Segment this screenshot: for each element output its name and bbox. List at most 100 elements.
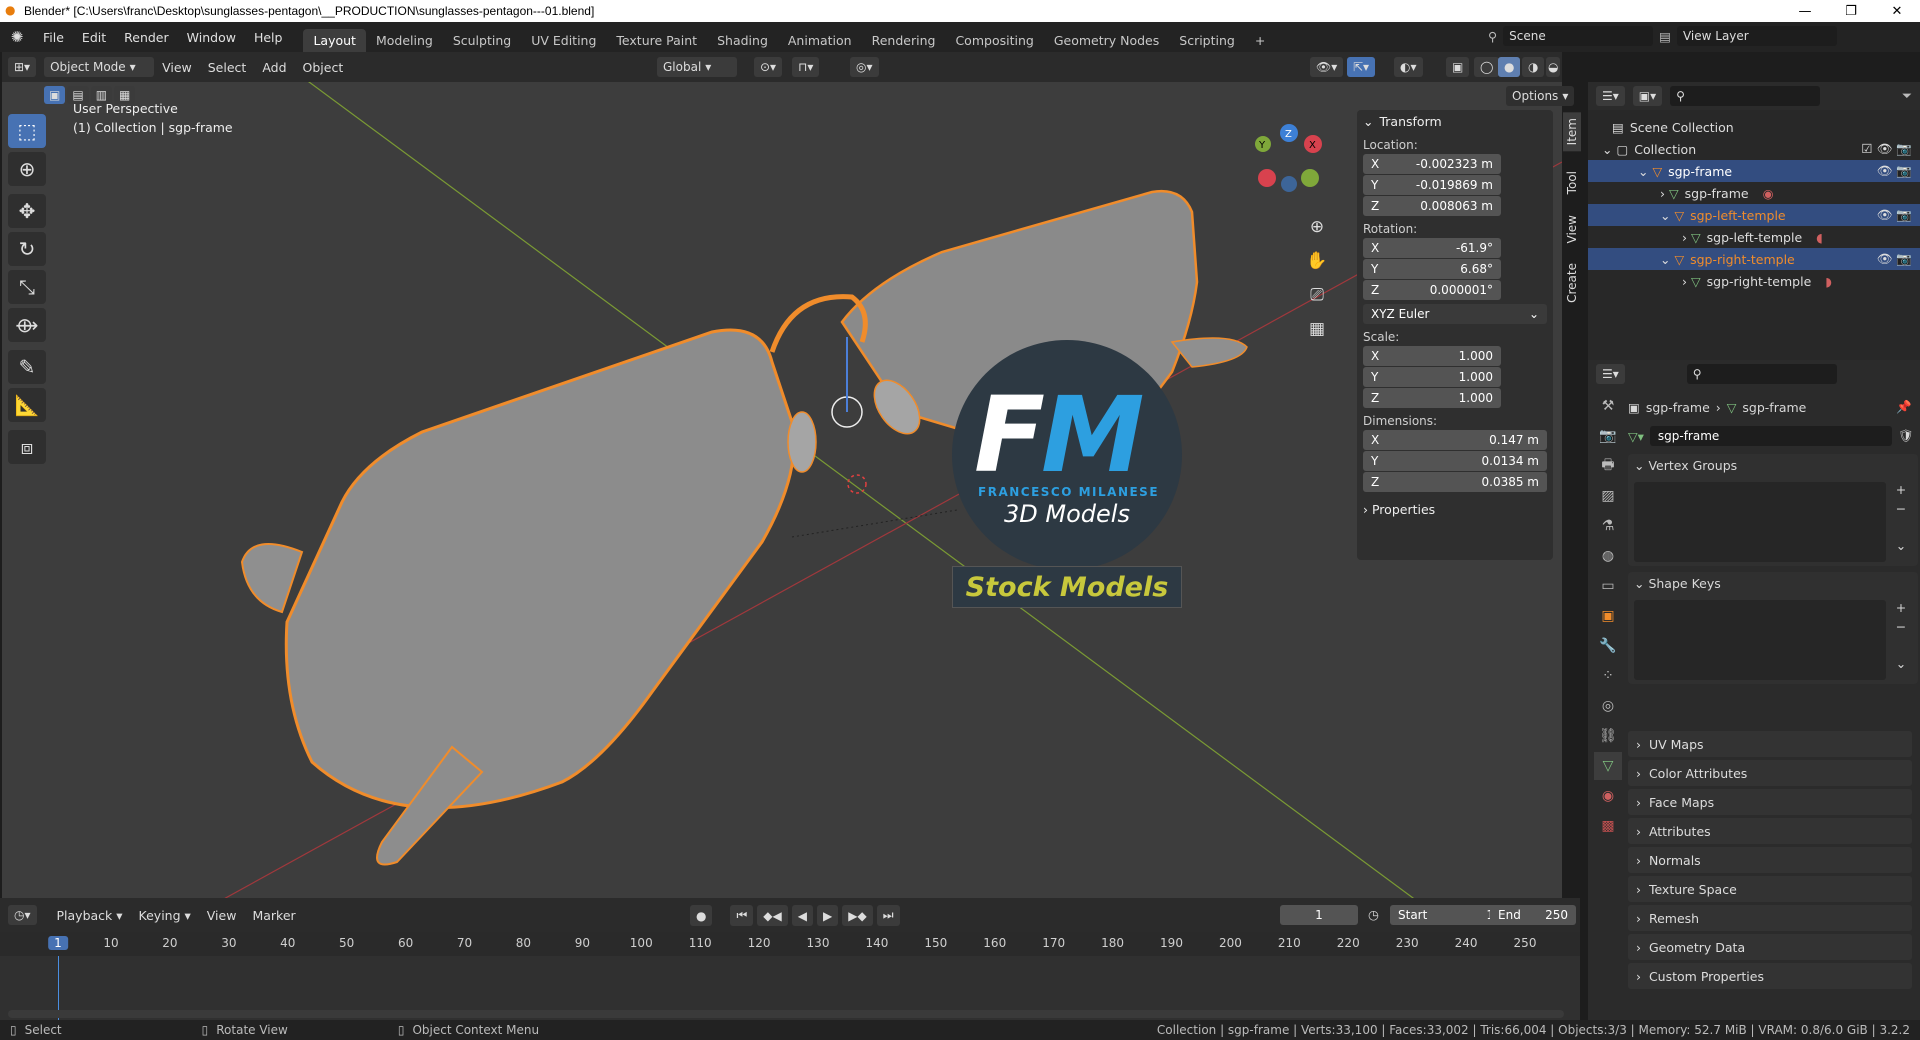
- dimensions-x-field[interactable]: X 0.147 m: [1363, 430, 1547, 450]
- menu-add[interactable]: Add: [254, 60, 294, 75]
- shading-material-icon[interactable]: ◑: [1522, 57, 1545, 77]
- shape-keys-list[interactable]: [1634, 600, 1886, 680]
- display-mode-icon[interactable]: ▣▾: [1632, 86, 1663, 106]
- editor-type-icon[interactable]: ⊞▾: [8, 57, 37, 77]
- section-attributes[interactable]: › Attributes: [1628, 818, 1912, 844]
- scale-y-field[interactable]: Y 1.000: [1363, 367, 1501, 387]
- ortho-grid-icon[interactable]: ▦: [1304, 312, 1330, 346]
- blender-menu-icon[interactable]: ✺: [0, 28, 34, 46]
- snap-icon[interactable]: ⊓▾: [792, 57, 820, 77]
- mesh-name-field[interactable]: sgp-frame: [1649, 426, 1893, 446]
- tool-settings-icon[interactable]: ⚒: [1594, 392, 1622, 420]
- add-workspace-icon[interactable]: +: [1245, 29, 1275, 52]
- maximize-button[interactable]: ❐: [1828, 0, 1874, 22]
- physics-props-icon[interactable]: ◎: [1594, 692, 1622, 720]
- section-face-maps[interactable]: › Face Maps: [1628, 789, 1912, 815]
- tab-geometry-nodes[interactable]: Geometry Nodes: [1044, 29, 1169, 52]
- options-button[interactable]: Options ▾: [1506, 86, 1575, 106]
- start-frame-field[interactable]: Start1: [1390, 905, 1502, 925]
- section-custom-properties[interactable]: › Custom Properties: [1628, 963, 1912, 989]
- scene-selector[interactable]: Scene: [1503, 26, 1654, 46]
- vertex-group-menu-icon[interactable]: ⌄: [1890, 538, 1912, 553]
- add-cube-icon[interactable]: ⧈: [8, 430, 46, 464]
- select-box-icon[interactable]: ⬚: [8, 114, 46, 148]
- menu-view[interactable]: View: [154, 60, 200, 75]
- pivot-icon[interactable]: ⊙▾: [754, 57, 783, 77]
- play-icon[interactable]: ▶: [817, 905, 839, 926]
- section-remesh[interactable]: › Remesh: [1628, 905, 1912, 931]
- tab-view[interactable]: View: [1565, 215, 1579, 243]
- collection-props-icon[interactable]: ▭: [1594, 572, 1622, 600]
- pan-hand-icon[interactable]: ✋: [1304, 244, 1330, 278]
- view-layer-props-icon[interactable]: ▨: [1594, 482, 1622, 510]
- scene-props-icon[interactable]: ⚗: [1594, 512, 1622, 540]
- vertex-groups-header[interactable]: ⌄ Vertex Groups: [1634, 458, 1912, 478]
- outliner-item-sgp-right-temple[interactable]: ⌄ ▽ sgp-right-temple 👁 📷: [1588, 248, 1920, 270]
- rotate-icon[interactable]: ↻: [8, 232, 46, 266]
- remove-shape-key-icon[interactable]: −: [1890, 619, 1912, 634]
- scale-z-field[interactable]: Z 1.000: [1363, 388, 1501, 408]
- menu-object[interactable]: Object: [295, 60, 352, 75]
- shape-key-menu-icon[interactable]: ⌄: [1890, 656, 1912, 671]
- menu-help[interactable]: Help: [245, 30, 292, 45]
- jump-start-icon[interactable]: ⏮: [730, 905, 754, 926]
- rotation-z-field[interactable]: Z 0.000001°: [1363, 280, 1501, 300]
- rotation-x-field[interactable]: X -61.9°: [1363, 238, 1501, 258]
- frame-ruler[interactable]: 1 10 20 30 40 50 60 70 80 90 100 110 120 130 140 150 160…: [0, 932, 1580, 956]
- fake-user-icon[interactable]: 🛡: [1898, 428, 1914, 444]
- mesh-browse-icon[interactable]: ▽▾: [1628, 429, 1644, 444]
- annotate-icon[interactable]: ✎: [8, 350, 46, 384]
- prev-keyframe-icon[interactable]: ◆◀: [757, 905, 788, 926]
- add-vertex-group-icon[interactable]: +: [1890, 482, 1912, 497]
- select-new-icon[interactable]: ▣: [44, 86, 66, 104]
- tab-sculpting[interactable]: Sculpting: [443, 29, 521, 52]
- gizmo-icon[interactable]: ⇱▾: [1347, 57, 1376, 77]
- add-shape-key-icon[interactable]: +: [1890, 600, 1912, 615]
- dimensions-z-field[interactable]: Z 0.0385 m: [1363, 472, 1547, 492]
- outliner-collection[interactable]: ⌄ ▢ Collection ☑ 👁 📷: [1588, 138, 1920, 160]
- vertex-groups-list[interactable]: [1634, 482, 1886, 562]
- overlays-icon[interactable]: ◐▾: [1394, 57, 1423, 77]
- tab-tool[interactable]: Tool: [1565, 171, 1579, 194]
- cursor-icon[interactable]: ⊕: [8, 152, 46, 186]
- next-keyframe-icon[interactable]: ▶◆: [842, 905, 873, 926]
- select-intersect-icon[interactable]: ▦: [114, 86, 136, 104]
- tab-animation[interactable]: Animation: [778, 29, 862, 52]
- select-subtract-icon[interactable]: ▥: [90, 86, 113, 104]
- location-y-field[interactable]: Y -0.019869 m: [1363, 175, 1501, 195]
- menu-select[interactable]: Select: [200, 60, 255, 75]
- current-frame-field[interactable]: 1: [1280, 905, 1358, 925]
- properties-search[interactable]: ⚲: [1686, 364, 1837, 384]
- properties-subpanel[interactable]: › Properties: [1357, 492, 1553, 517]
- orientation-selector[interactable]: Global ▾: [657, 57, 737, 77]
- proportional-edit-icon[interactable]: ◎▾: [850, 57, 879, 77]
- menu-marker[interactable]: Marker: [244, 908, 303, 923]
- minimize-button[interactable]: —: [1782, 0, 1828, 22]
- dimensions-y-field[interactable]: Y 0.0134 m: [1363, 451, 1547, 471]
- 3d-viewport[interactable]: User Perspective (1) Collection | sgp-fr…: [2, 82, 1562, 898]
- tab-rendering[interactable]: Rendering: [862, 29, 946, 52]
- record-icon[interactable]: ●: [690, 905, 713, 926]
- tab-uv-editing[interactable]: UV Editing: [521, 29, 606, 52]
- world-props-icon[interactable]: ◍: [1594, 542, 1622, 570]
- output-props-icon[interactable]: 🖶: [1594, 452, 1622, 480]
- scale-x-field[interactable]: X 1.000: [1363, 346, 1501, 366]
- section-texture-space[interactable]: › Texture Space: [1628, 876, 1912, 902]
- view-layer-selector[interactable]: View Layer: [1676, 26, 1837, 46]
- tab-scripting[interactable]: Scripting: [1169, 29, 1245, 52]
- object-props-icon[interactable]: ▣: [1594, 602, 1622, 630]
- tab-modeling[interactable]: Modeling: [366, 29, 443, 52]
- menu-playback[interactable]: Playback ▾: [49, 908, 131, 923]
- outliner-scene-collection[interactable]: ▤ Scene Collection: [1588, 116, 1920, 138]
- close-button[interactable]: ✕: [1874, 0, 1920, 22]
- rotation-mode-select[interactable]: XYZ Euler ⌄: [1363, 304, 1547, 324]
- shape-keys-header[interactable]: ⌄ Shape Keys: [1634, 576, 1912, 596]
- transform-header[interactable]: ⌄ Transform: [1357, 110, 1553, 132]
- section-geometry-data[interactable]: › Geometry Data: [1628, 934, 1912, 960]
- modifier-props-icon[interactable]: 🔧: [1594, 632, 1622, 660]
- menu-window[interactable]: Window: [178, 30, 245, 45]
- section-normals[interactable]: › Normals: [1628, 847, 1912, 873]
- xray-icon[interactable]: ▣: [1446, 57, 1470, 77]
- tab-compositing[interactable]: Compositing: [945, 29, 1043, 52]
- menu-render[interactable]: Render: [115, 30, 178, 45]
